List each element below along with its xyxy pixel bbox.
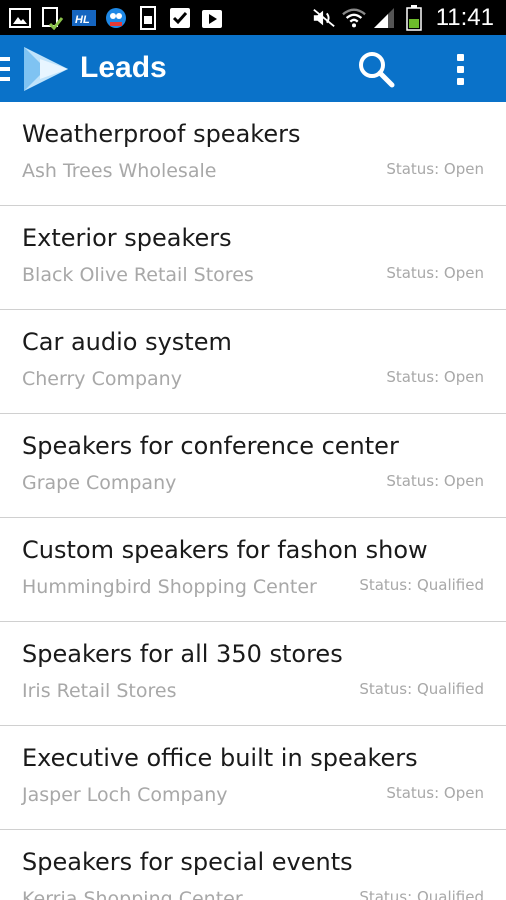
list-item[interactable]: Custom speakers for fashon show Hummingb… (0, 518, 506, 622)
task-check-icon (168, 6, 192, 30)
gallery-icon (8, 6, 32, 30)
lead-status: Status: Qualified (359, 888, 484, 900)
lead-status: Status: Open (386, 472, 484, 490)
lead-company: Black Olive Retail Stores (22, 264, 254, 286)
menu-icon[interactable] (0, 57, 10, 81)
system-icons: 11:41 (312, 4, 494, 31)
leads-list: Weatherproof speakers Ash Trees Wholesal… (0, 102, 506, 900)
action-bar: Leads (0, 35, 506, 102)
lead-status: Status: Open (386, 784, 484, 802)
list-item[interactable]: Speakers for special events Kerria Shopp… (0, 830, 506, 900)
list-item[interactable]: Exterior speakers Black Olive Retail Sto… (0, 206, 506, 310)
battery-icon (402, 4, 426, 31)
play-store-icon (200, 6, 224, 30)
lead-status: Status: Qualified (359, 576, 484, 594)
lead-title: Weatherproof speakers (22, 120, 301, 148)
app-logo-icon[interactable] (18, 45, 74, 93)
svg-text:HL: HL (75, 14, 90, 26)
lead-title: Speakers for conference center (22, 432, 399, 460)
list-item[interactable]: Speakers for all 350 stores Iris Retail … (0, 622, 506, 726)
lead-company: Iris Retail Stores (22, 680, 177, 702)
list-item[interactable]: Speakers for conference center Grape Com… (0, 414, 506, 518)
lead-company: Hummingbird Shopping Center (22, 576, 317, 598)
lead-status: Status: Open (386, 368, 484, 386)
search-icon[interactable] (356, 49, 398, 89)
game-app-icon (104, 6, 128, 30)
list-item[interactable]: Weatherproof speakers Ash Trees Wholesal… (0, 102, 506, 206)
sd-card-icon (136, 5, 160, 30)
lead-company: Cherry Company (22, 368, 182, 390)
clock-time: 11:41 (435, 3, 494, 31)
wifi-icon (341, 6, 366, 30)
lead-company: Grape Company (22, 472, 177, 494)
lead-status: Status: Qualified (359, 680, 484, 698)
lead-title: Speakers for all 350 stores (22, 640, 343, 668)
lead-title: Custom speakers for fashon show (22, 536, 428, 564)
overflow-menu-icon[interactable] (448, 49, 472, 89)
status-bar: HL 11:41 (0, 0, 506, 35)
download-done-icon (40, 6, 64, 30)
list-item[interactable]: Executive office built in speakers Jaspe… (0, 726, 506, 830)
lead-company: Ash Trees Wholesale (22, 160, 217, 182)
notification-icons: HL (8, 4, 224, 31)
page-title: Leads (80, 51, 167, 84)
hl-app-icon: HL (72, 6, 96, 30)
list-item[interactable]: Car audio system Cherry Company Status: … (0, 310, 506, 414)
lead-status: Status: Open (386, 264, 484, 282)
lead-company: Jasper Loch Company (22, 784, 228, 806)
lead-title: Car audio system (22, 328, 232, 356)
lead-company: Kerria Shopping Center (22, 888, 243, 900)
lead-title: Speakers for special events (22, 848, 353, 876)
signal-icon (372, 6, 396, 30)
mute-icon (312, 6, 336, 30)
lead-title: Exterior speakers (22, 224, 232, 252)
lead-status: Status: Open (386, 160, 484, 178)
lead-title: Executive office built in speakers (22, 744, 418, 772)
